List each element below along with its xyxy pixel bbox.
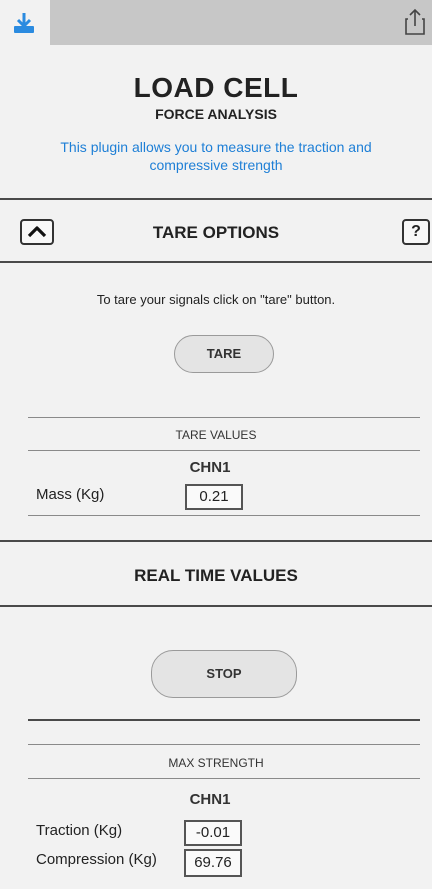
- divider: [28, 450, 420, 451]
- tare-values-heading: TARE VALUES: [175, 428, 257, 442]
- divider: [28, 778, 420, 779]
- divider: [28, 515, 420, 516]
- channel-label: CHN1: [189, 459, 231, 476]
- page-subtitle: FORCE ANALYSIS: [155, 106, 277, 122]
- compression-label: Compression (Kg): [36, 851, 157, 868]
- mass-value: 0.21: [185, 484, 243, 510]
- tare-options-title: TARE OPTIONS: [152, 223, 280, 242]
- max-strength-heading: MAX STRENGTH: [168, 756, 264, 770]
- stop-button[interactable]: STOP: [151, 650, 297, 698]
- divider: [28, 417, 420, 418]
- download-icon[interactable]: [12, 11, 36, 35]
- page-title: LOAD CELL: [133, 72, 299, 103]
- divider: [0, 261, 432, 263]
- tare-button[interactable]: TARE: [174, 335, 274, 373]
- compression-value: 69.76: [184, 849, 242, 877]
- divider: [0, 198, 432, 200]
- realtime-title: REAL TIME VALUES: [134, 566, 298, 585]
- traction-value: -0.01: [184, 820, 242, 846]
- share-icon[interactable]: [404, 8, 426, 36]
- channel-label: CHN1: [189, 791, 231, 808]
- divider: [0, 605, 432, 607]
- divider: [28, 744, 420, 745]
- help-button[interactable]: ?: [402, 219, 430, 245]
- divider: [0, 540, 432, 542]
- traction-label: Traction (Kg): [36, 822, 123, 839]
- plugin-description: This plugin allows you to measure the tr…: [60, 139, 372, 173]
- top-bar: [0, 0, 432, 45]
- tare-options-header: TARE OPTIONS ?: [0, 201, 432, 261]
- divider: [28, 719, 420, 721]
- plugin-header: LOAD CELL FORCE ANALYSIS This plugin all…: [0, 72, 432, 174]
- mass-label: Mass (Kg): [36, 486, 105, 503]
- tab-download[interactable]: [0, 0, 50, 45]
- tare-instruction: To tare your signals click on "tare" but…: [96, 292, 336, 307]
